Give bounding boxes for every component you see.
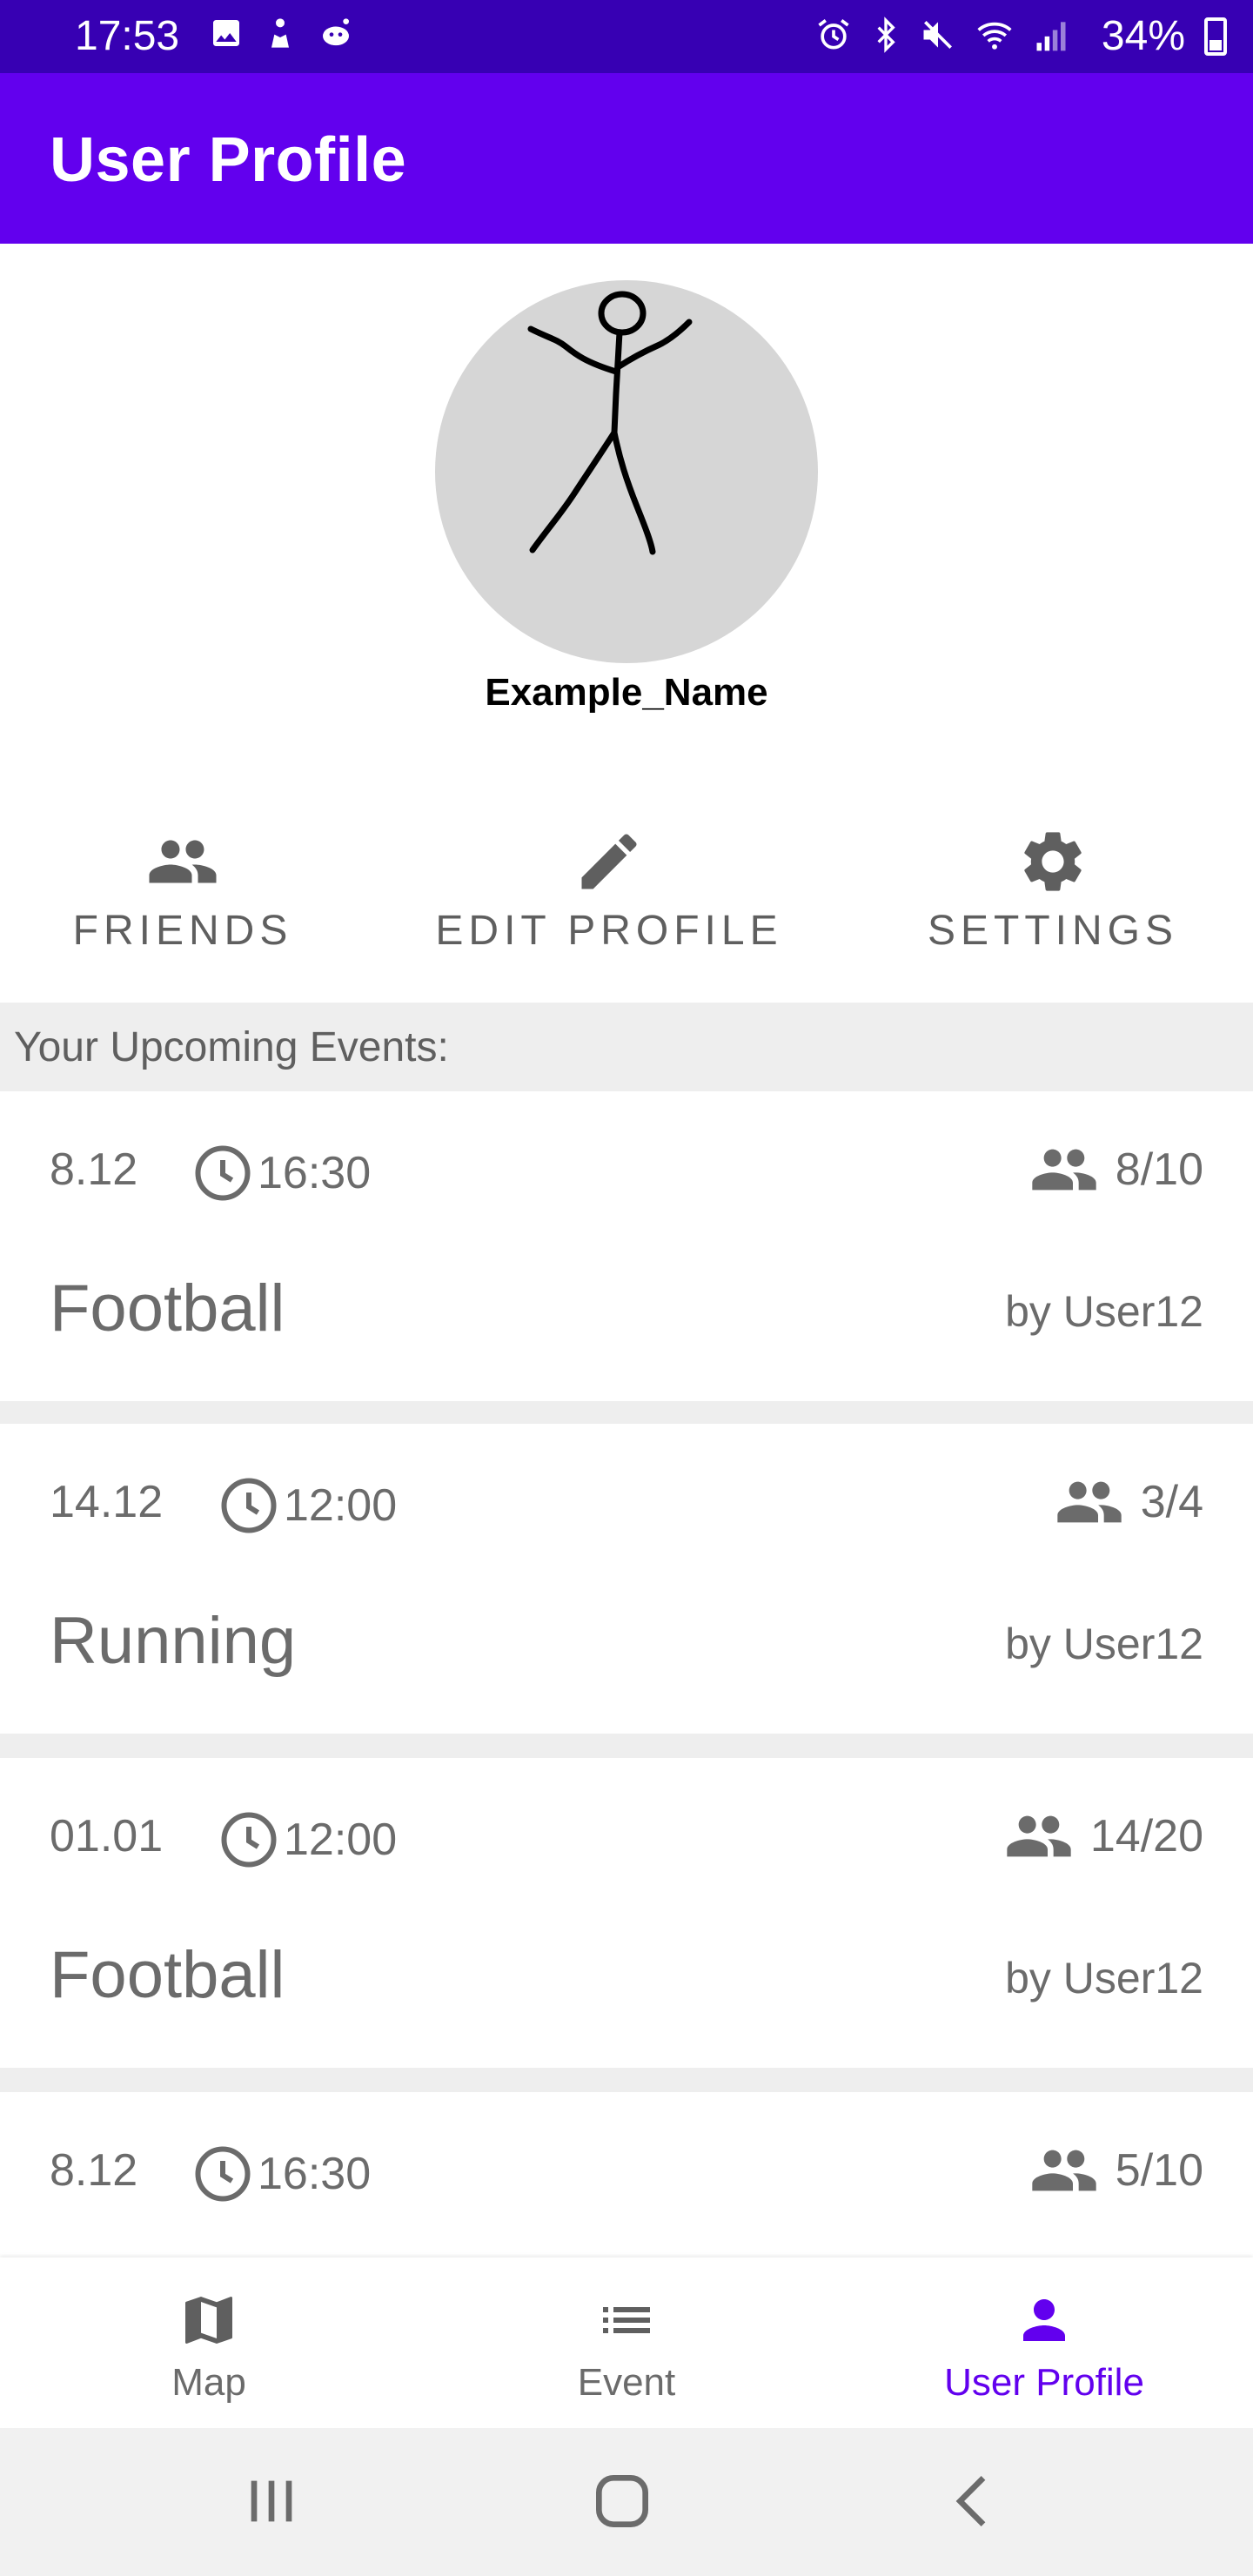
participants-count: 3/4 (1140, 1477, 1203, 1527)
people-icon (1057, 1481, 1122, 1523)
system-navigation-bar (0, 2428, 1253, 2576)
status-time: 17:53 (75, 13, 180, 59)
event-owner: by User12 (1005, 1287, 1203, 1336)
event-sport: Football (50, 1271, 285, 1345)
clock-icon (195, 2146, 251, 2202)
nav-label-event: Event (577, 2361, 676, 2404)
edit-profile-label: EDIT PROFILE (435, 908, 783, 954)
event-sport: Football (50, 1938, 285, 2012)
back-icon[interactable] (940, 2466, 1009, 2536)
event-time: 16:30 (191, 2143, 371, 2205)
event-date: 8.12 (50, 2145, 138, 2196)
event-time: 12:00 (218, 1808, 397, 1871)
event-participants: 14/20 (1003, 1808, 1203, 1864)
mute-icon (923, 21, 952, 49)
bottom-navigation: Map Event User Profile (0, 2257, 1253, 2428)
participants-count: 5/10 (1115, 2145, 1203, 2196)
participants-count: 8/10 (1115, 1144, 1203, 1195)
event-participants: 8/10 (1029, 1142, 1203, 1197)
event-time: 12:00 (218, 1474, 397, 1537)
event-time-text: 12:00 (284, 1480, 398, 1531)
participants-count: 14/20 (1089, 1811, 1203, 1862)
event-participants: 3/4 (1054, 1474, 1203, 1530)
event-owner: by User12 (1005, 1620, 1203, 1668)
settings-button[interactable]: SETTINGS (905, 818, 1201, 1003)
gear-icon (1024, 832, 1082, 891)
map-icon (185, 2297, 232, 2344)
pencil-icon (581, 834, 637, 889)
event-time-text: 16:30 (258, 2149, 372, 2199)
event-time-text: 12:00 (284, 1815, 398, 1865)
app-bar: User Profile (0, 73, 1253, 244)
people-icon (1007, 1815, 1071, 1857)
clock-icon (221, 1478, 277, 1533)
people-icon (149, 840, 217, 883)
reddit-icon (323, 18, 349, 46)
alarm-icon (818, 19, 849, 50)
home-icon[interactable] (587, 2466, 657, 2536)
event-date: 8.12 (50, 1144, 138, 1195)
avatar[interactable] (435, 280, 818, 663)
event-date: 14.12 (50, 1477, 164, 1527)
profile-actions: FRIENDS EDIT PROFILE SETTINGS (0, 818, 1253, 1003)
event-time-text: 16:30 (258, 1148, 372, 1198)
upcoming-events-header: Your Upcoming Events: (0, 1003, 1253, 1091)
friends-label: FRIENDS (72, 908, 293, 954)
clock-icon (221, 1812, 277, 1868)
event-card[interactable]: 8.12 16:30 5/10 (0, 2092, 1253, 2257)
event-date: 01.01 (50, 1811, 164, 1862)
battery-percentage: 34% (1101, 13, 1185, 59)
nav-item-event[interactable]: Event (487, 2257, 766, 2428)
recent-apps-icon[interactable] (237, 2466, 306, 2536)
friends-button[interactable]: FRIENDS (52, 818, 313, 1003)
edit-profile-button[interactable]: EDIT PROFILE (409, 818, 809, 1003)
nav-label-user-profile: User Profile (944, 2361, 1144, 2404)
stick-figure-image (527, 291, 693, 555)
status-left-icons (209, 16, 355, 50)
event-owner: by User12 (1005, 1954, 1203, 2002)
events-list[interactable]: 8.12 16:30 8/10 Football by User12 14.12… (0, 1091, 1253, 2257)
profile-name: Example_Name (485, 671, 768, 714)
gallery-icon (213, 20, 239, 46)
event-time: 16:30 (191, 1142, 371, 1204)
bluetooth-icon (877, 17, 895, 53)
section-title: Your Upcoming Events: (14, 1024, 449, 1070)
list-icon (603, 2307, 650, 2333)
event-sport: Running (50, 1604, 297, 1678)
nav-label-map: Map (171, 2361, 246, 2404)
nav-item-map[interactable]: Map (70, 2257, 348, 2428)
notification-figure-icon (271, 18, 289, 48)
status-right-icons (814, 16, 1070, 54)
settings-label: SETTINGS (927, 908, 1179, 954)
signal-icon (1036, 22, 1066, 51)
status-bar: 17:53 34% (0, 0, 1253, 73)
people-icon (1032, 2150, 1096, 2191)
people-icon (1032, 1149, 1096, 1191)
clock-icon (195, 1145, 251, 1201)
event-card[interactable]: 01.01 12:00 14/20 Football by User12 (0, 1758, 1253, 2068)
page-title: User Profile (50, 125, 407, 195)
event-card[interactable]: 14.12 12:00 3/4 Running by User12 (0, 1424, 1253, 1734)
event-participants: 5/10 (1029, 2143, 1203, 2198)
battery-charging-icon (1204, 17, 1227, 56)
wifi-icon (977, 22, 1012, 50)
person-icon (1023, 2299, 1065, 2341)
event-card[interactable]: 8.12 16:30 8/10 Football by User12 (0, 1091, 1253, 1401)
nav-item-user-profile[interactable]: User Profile (905, 2257, 1183, 2428)
